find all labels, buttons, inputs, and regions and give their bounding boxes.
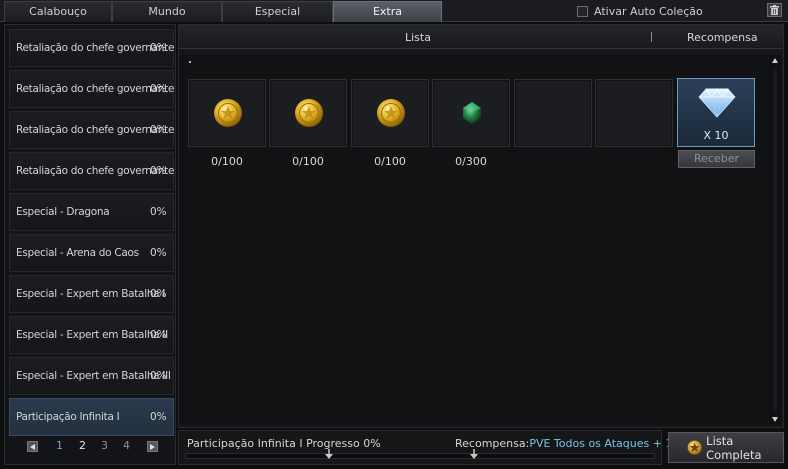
next-page-button[interactable]	[147, 441, 158, 452]
page-3[interactable]: 3	[101, 439, 108, 452]
item-slot[interactable]	[269, 79, 347, 147]
reward-prefix: Recompensa:	[455, 437, 530, 450]
mission-percent: 0%	[150, 206, 167, 218]
scroll-up-icon[interactable]	[771, 57, 779, 65]
progress-marker-icon	[470, 449, 478, 459]
mission-item[interactable]: Especial - Expert em Batalha III 0%	[9, 357, 174, 395]
bullet-dot	[189, 61, 191, 63]
item-slot-empty[interactable]	[514, 79, 592, 147]
item-count: 0/300	[455, 155, 487, 168]
tab-bar: Calabouço Mundo Especial Extra Ativar Au…	[0, 0, 788, 22]
auto-collect-toggle[interactable]: Ativar Auto Coleção	[577, 4, 703, 18]
progress-bar-area: Participação Infinita I Progresso 0% Rec…	[178, 430, 686, 465]
prev-page-button[interactable]	[27, 441, 38, 452]
scroll-track[interactable]	[773, 69, 777, 411]
mission-item-selected[interactable]: Participação Infinita I 0%	[9, 398, 174, 436]
collection-panel: Lista Recompensa 0/100 0/100 0/100 0/300…	[178, 24, 784, 428]
mission-name: Especial - Expert em Batalha III	[16, 370, 171, 382]
mission-name: Especial - Expert em Batalha I	[16, 288, 166, 300]
reward-description: Recompensa:PVE Todos os Ataques + 100	[455, 437, 686, 450]
progress-marker-icon	[325, 449, 333, 459]
item-slot-empty[interactable]	[595, 79, 673, 147]
reward-slot[interactable]: X 10	[677, 78, 755, 147]
mission-item[interactable]: Especial - Expert em Batalha II 0%	[9, 316, 174, 354]
mission-percent: 0%	[150, 329, 167, 341]
tab-extra[interactable]: Extra	[333, 1, 442, 22]
tab-calabouco[interactable]: Calabouço	[4, 1, 112, 22]
progress-label: Participação Infinita I Progresso 0%	[187, 437, 381, 450]
mission-item[interactable]: Especial - Expert em Batalha I 0%	[9, 275, 174, 313]
mission-item[interactable]: Retaliação do chefe governante I 0%	[9, 29, 180, 67]
page-4[interactable]: 4	[123, 439, 130, 452]
mission-name: Especial - Dragona	[16, 206, 110, 218]
mission-percent: 0%	[150, 370, 167, 382]
item-slot[interactable]	[188, 79, 266, 147]
page-2[interactable]: 2	[79, 439, 86, 452]
trash-button[interactable]	[767, 3, 782, 17]
mission-percent: 0%	[150, 83, 167, 95]
progress-track	[185, 453, 655, 459]
mission-percent: 0%	[150, 288, 167, 300]
pagination: 1 2 3 4	[27, 439, 162, 455]
mission-item[interactable]: Retaliação do chefe governante III 0%	[9, 111, 186, 149]
mission-item[interactable]: Especial - Dragona 0%	[9, 193, 174, 231]
tab-mundo[interactable]: Mundo	[112, 1, 222, 22]
mission-name: Especial - Arena do Caos	[16, 247, 139, 259]
scrollbar[interactable]	[769, 55, 781, 425]
auto-collect-checkbox[interactable]	[577, 5, 588, 17]
mission-item[interactable]: Retaliação do chefe governante II 0%	[9, 70, 183, 108]
full-list-button[interactable]: Lista Completa	[668, 432, 784, 463]
scroll-down-icon[interactable]	[771, 415, 779, 423]
trash-icon	[770, 5, 779, 15]
page-1[interactable]: 1	[56, 439, 63, 452]
item-grid: 0/100 0/100 0/100 0/300 X 10 Receber	[180, 55, 770, 425]
column-reward: Recompensa	[687, 31, 758, 44]
mission-list: Retaliação do chefe governante I 0% Reta…	[4, 24, 187, 465]
mission-percent: 0%	[150, 247, 167, 259]
reward-quantity: X 10	[703, 129, 729, 142]
mission-item[interactable]: Especial - Arena do Caos 0%	[9, 234, 174, 272]
reward-value: PVE Todos os Ataques + 100	[529, 437, 687, 450]
gold-coin-icon	[377, 99, 405, 127]
diamond-icon	[698, 88, 736, 118]
item-count: 0/100	[292, 155, 324, 168]
mission-percent: 0%	[150, 42, 167, 54]
column-divider	[651, 32, 652, 42]
gold-coin-icon	[214, 99, 242, 127]
receive-button[interactable]: Receber	[678, 150, 755, 168]
item-slot[interactable]	[351, 79, 429, 147]
column-list: Lista	[405, 31, 431, 44]
mission-percent: 0%	[150, 411, 167, 423]
green-gem-icon	[463, 102, 481, 124]
mission-name: Especial - Expert em Batalha II	[16, 329, 168, 341]
mission-percent: 0%	[150, 165, 167, 177]
full-list-label: Lista Completa	[706, 433, 762, 462]
mission-name: Participação Infinita I	[16, 411, 120, 423]
column-header: Lista Recompensa	[179, 25, 783, 49]
auto-collect-label: Ativar Auto Coleção	[594, 4, 703, 18]
star-medal-icon	[687, 440, 703, 455]
arrow-left-icon	[30, 443, 35, 450]
item-slot[interactable]	[432, 79, 510, 147]
mission-percent: 0%	[150, 124, 167, 136]
tab-especial[interactable]: Especial	[222, 1, 333, 22]
arrow-right-icon	[150, 443, 155, 450]
item-count: 0/100	[211, 155, 243, 168]
item-count: 0/100	[374, 155, 406, 168]
mission-item[interactable]: Retaliação do chefe governante IV 0%	[9, 152, 187, 190]
gold-coin-icon	[295, 99, 323, 127]
